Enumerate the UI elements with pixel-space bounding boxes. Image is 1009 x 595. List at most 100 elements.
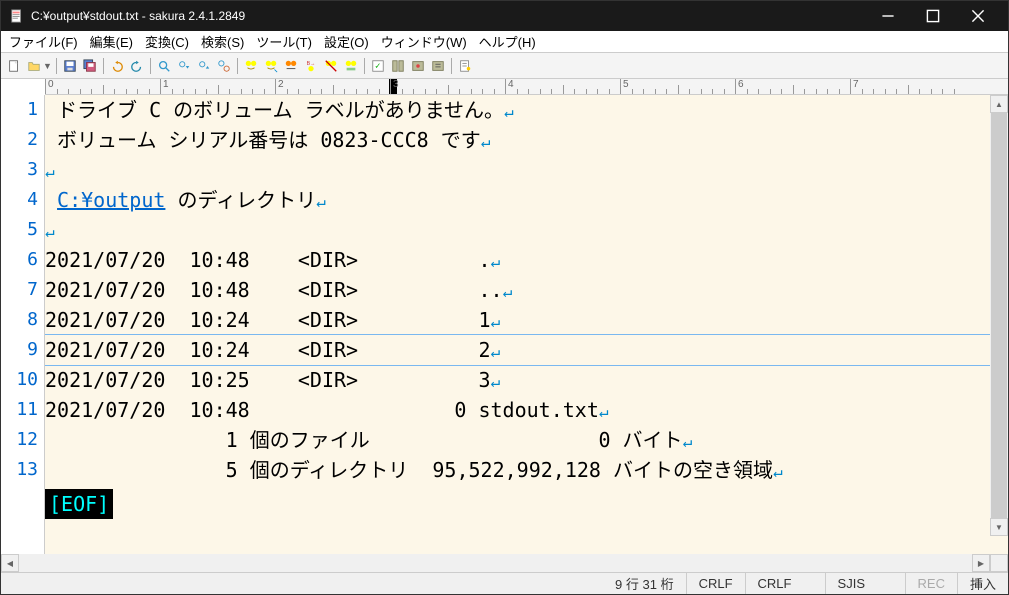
- new-file-button[interactable]: [5, 57, 23, 75]
- maximize-button[interactable]: [910, 1, 955, 31]
- newline-mark: ↵: [45, 222, 55, 241]
- line-number: 5: [1, 215, 38, 245]
- status-encoding: SJIS: [826, 573, 906, 594]
- eof-marker: [EOF]: [45, 489, 113, 519]
- line-number: 9: [1, 335, 38, 365]
- ruler-tick: 5: [620, 79, 629, 94]
- status-row-col: 9 行 31 桁: [603, 573, 687, 594]
- text-line[interactable]: 2021/07/20 10:48 0 stdout.txt↵: [45, 395, 1008, 425]
- menu-search[interactable]: 検索(S): [195, 30, 250, 53]
- menu-tool[interactable]: ツール(T): [250, 30, 318, 53]
- text-line[interactable]: 2021/07/20 10:24 <DIR> 2↵: [45, 334, 1008, 366]
- scroll-down-icon[interactable]: ▼: [990, 518, 1008, 536]
- app-window: C:¥output¥stdout.txt - sakura 2.4.1.2849…: [0, 0, 1009, 595]
- find-icon-2[interactable]: [262, 57, 280, 75]
- newline-mark: ↵: [491, 342, 501, 361]
- undo-button[interactable]: [108, 57, 126, 75]
- ruler-tick: 4: [505, 79, 514, 94]
- tool-icon-3[interactable]: [429, 57, 447, 75]
- svg-text:✓: ✓: [374, 61, 381, 70]
- toolbar: ▼ B→ ✓: [1, 53, 1008, 79]
- line-number: 8: [1, 305, 38, 335]
- newline-mark: ↵: [683, 432, 693, 451]
- find-icon-1[interactable]: [242, 57, 260, 75]
- line-number: 10: [1, 365, 38, 395]
- scroll-thumb[interactable]: [991, 113, 1007, 518]
- line-number: 13: [1, 455, 38, 485]
- open-dropdown-icon[interactable]: ▼: [43, 61, 52, 71]
- newline-mark: ↵: [491, 312, 501, 331]
- text-line[interactable]: 2021/07/20 10:48 <DIR> .↵: [45, 245, 1008, 275]
- status-insert: 挿入: [958, 573, 1008, 594]
- tool-icon-1[interactable]: [389, 57, 407, 75]
- line-number: 7: [1, 275, 38, 305]
- scroll-right-icon[interactable]: ▶: [972, 554, 990, 572]
- line-number: 6: [1, 245, 38, 275]
- line-number: 1: [1, 95, 38, 125]
- text-line[interactable]: 1 個のファイル 0 バイト↵: [45, 425, 1008, 455]
- menu-window[interactable]: ウィンドウ(W): [375, 30, 473, 53]
- text-content[interactable]: ドライブ C のボリューム ラベルがありません。↵ ボリューム シリアル番号は …: [45, 95, 1008, 554]
- search-prev-button[interactable]: [195, 57, 213, 75]
- ruler-tick: 2: [275, 79, 284, 94]
- newline-mark: ↵: [503, 282, 513, 301]
- text-line[interactable]: C:¥output のディレクトリ↵: [45, 185, 1008, 215]
- newline-mark: ↵: [773, 462, 783, 481]
- scroll-up-icon[interactable]: ▲: [990, 95, 1008, 113]
- text-line[interactable]: 5 個のディレクトリ 95,522,992,128 バイトの空き領域↵: [45, 455, 1008, 485]
- tool-icon-2[interactable]: [409, 57, 427, 75]
- line-number: 2: [1, 125, 38, 155]
- horizontal-scrollbar[interactable]: ◀ ▶: [1, 554, 1008, 572]
- menu-convert[interactable]: 変換(C): [139, 30, 195, 53]
- text-line[interactable]: ドライブ C のボリューム ラベルがありません。↵: [45, 95, 1008, 125]
- text-line[interactable]: ↵: [45, 215, 1008, 245]
- find-icon-3[interactable]: [282, 57, 300, 75]
- save-button[interactable]: [61, 57, 79, 75]
- path-link[interactable]: C:¥output: [57, 188, 165, 212]
- newline-mark: ↵: [481, 132, 491, 151]
- line-number: 12: [1, 425, 38, 455]
- statusbar: 9 行 31 桁 CRLF CRLF SJIS REC 挿入: [1, 572, 1008, 594]
- text-line[interactable]: 2021/07/20 10:24 <DIR> 1↵: [45, 305, 1008, 335]
- menu-setting[interactable]: 設定(O): [318, 30, 375, 53]
- ruler-tick: 6: [735, 79, 744, 94]
- minimize-button[interactable]: [865, 1, 910, 31]
- ruler: 01234567: [45, 79, 1008, 95]
- window-title: C:¥output¥stdout.txt - sakura 2.4.1.2849: [31, 9, 865, 23]
- status-newline2: CRLF: [746, 573, 826, 594]
- menu-file[interactable]: ファイル(F): [3, 30, 84, 53]
- newline-mark: ↵: [599, 402, 609, 421]
- save-all-button[interactable]: [81, 57, 99, 75]
- replace-button[interactable]: [215, 57, 233, 75]
- text-line[interactable]: 2021/07/20 10:25 <DIR> 3↵: [45, 365, 1008, 395]
- text-line[interactable]: 2021/07/20 10:48 <DIR> ..↵: [45, 275, 1008, 305]
- close-button[interactable]: [955, 1, 1000, 31]
- titlebar: C:¥output¥stdout.txt - sakura 2.4.1.2849: [1, 1, 1008, 31]
- line-number: 3: [1, 155, 38, 185]
- ruler-tick: 0: [45, 79, 54, 94]
- newline-mark: ↵: [504, 102, 514, 121]
- find-icon-6[interactable]: [342, 57, 360, 75]
- open-file-button[interactable]: [25, 57, 43, 75]
- search-next-button[interactable]: [175, 57, 193, 75]
- menu-help[interactable]: ヘルプ(H): [473, 30, 542, 53]
- ruler-tick: 3: [390, 79, 399, 94]
- newline-mark: ↵: [316, 192, 326, 211]
- line-number: 11: [1, 395, 38, 425]
- line-number-gutter: 12345678910111213: [1, 95, 45, 554]
- newline-mark: ↵: [45, 162, 55, 181]
- window-controls: [865, 1, 1000, 31]
- menubar: ファイル(F) 編集(E) 変換(C) 検索(S) ツール(T) 設定(O) ウ…: [1, 31, 1008, 53]
- newline-mark: ↵: [491, 252, 501, 271]
- find-icon-4[interactable]: B→: [302, 57, 320, 75]
- vertical-scrollbar[interactable]: ▲ ▼: [990, 95, 1008, 536]
- text-line[interactable]: ↵: [45, 155, 1008, 185]
- redo-button[interactable]: [128, 57, 146, 75]
- find-icon-5[interactable]: [322, 57, 340, 75]
- tool-icon-4[interactable]: [456, 57, 474, 75]
- text-line[interactable]: ボリューム シリアル番号は 0823-CCC8 です↵: [45, 125, 1008, 155]
- type-button[interactable]: ✓: [369, 57, 387, 75]
- menu-edit[interactable]: 編集(E): [84, 30, 139, 53]
- scroll-left-icon[interactable]: ◀: [1, 554, 19, 572]
- search-button[interactable]: [155, 57, 173, 75]
